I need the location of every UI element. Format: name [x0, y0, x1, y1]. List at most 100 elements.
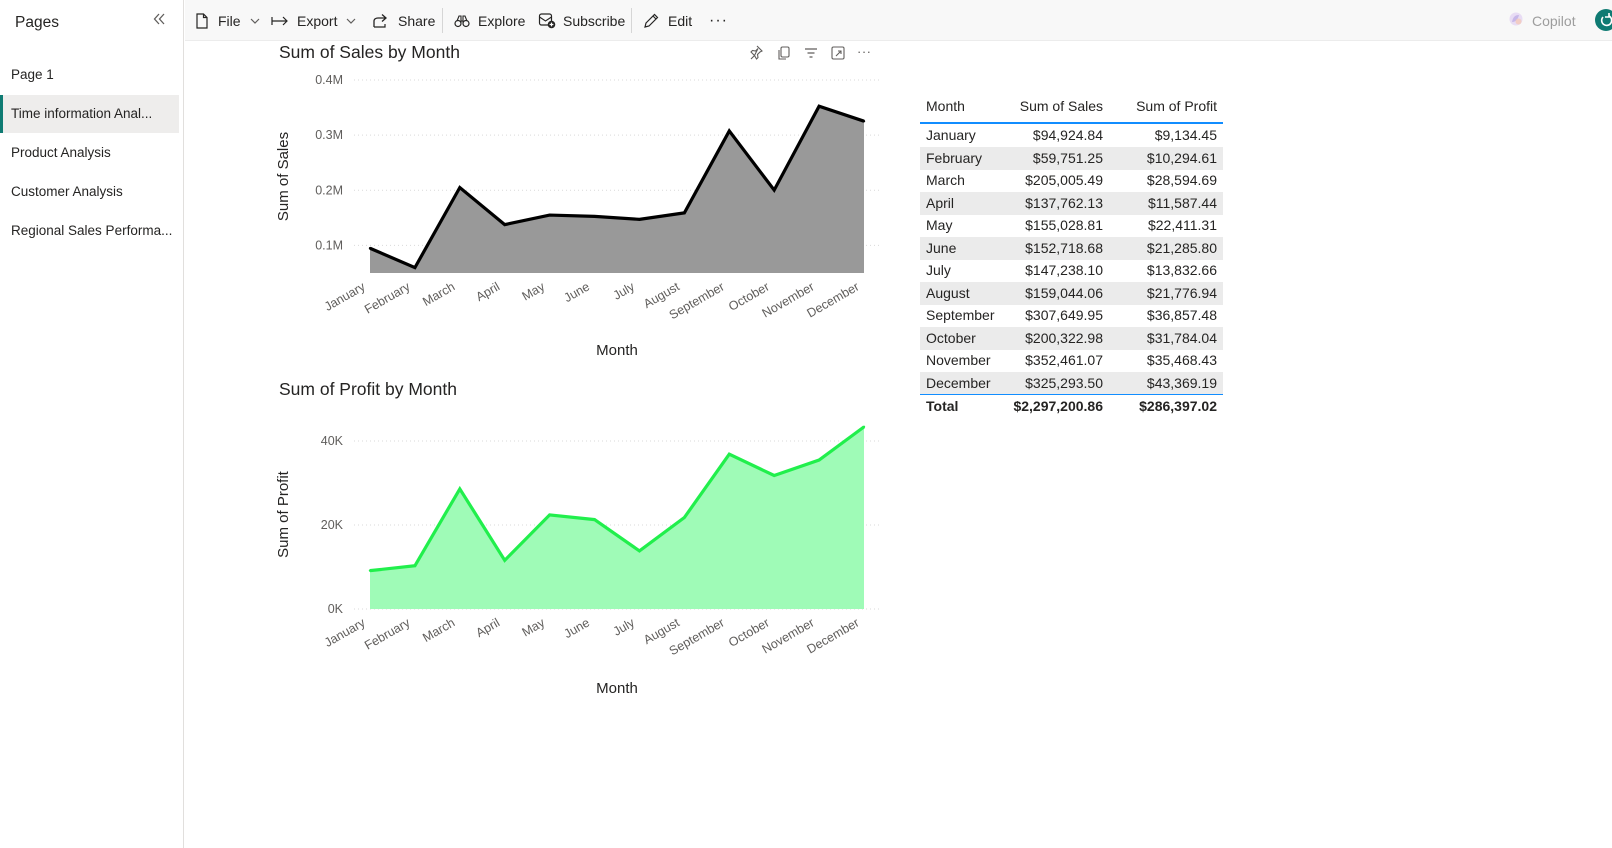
column-header-sales[interactable]: Sum of Sales [1020, 88, 1103, 124]
x-tick-label: June [562, 279, 593, 305]
subscribe-label: Subscribe [563, 12, 626, 29]
binoculars-icon [454, 14, 470, 28]
total-label: Total [926, 398, 959, 414]
y-tick-label: 0.1M [315, 238, 343, 252]
data-point [683, 516, 686, 519]
toolbar-divider [442, 8, 443, 33]
data-point [728, 129, 731, 133]
share-label: Share [398, 12, 436, 29]
more-options-icon[interactable]: ··· [857, 44, 873, 62]
collapse-pane-icon[interactable] [150, 10, 168, 28]
table-row: April $137,762.13 $11,587.44 [920, 191, 1223, 215]
cell-month: March [926, 172, 965, 188]
cell-month: January [926, 127, 976, 143]
visual-header-icons: ··· [748, 44, 878, 64]
data-point [683, 211, 686, 215]
data-point [548, 513, 551, 517]
table-row: January $94,924.84 $9,134.45 [920, 124, 1223, 147]
table-row: March $205,005.49 $28,594.69 [920, 169, 1223, 192]
cell-sales: $205,005.49 [1025, 172, 1103, 188]
subscribe-button[interactable]: Subscribe [538, 0, 625, 41]
y-axis-title: Sum of Sales [275, 132, 292, 221]
toolbar-divider [631, 8, 632, 33]
copilot-button[interactable]: Copilot [1508, 0, 1576, 41]
profit-chart-title: Sum of Profit by Month [279, 379, 457, 399]
pencil-icon [643, 13, 659, 29]
total-sales: $2,297,200.86 [1013, 398, 1103, 414]
cell-profit: $36,857.48 [1146, 307, 1217, 323]
share-button[interactable]: Share [372, 0, 435, 41]
explore-button[interactable]: Explore [454, 0, 525, 41]
data-point [458, 186, 462, 189]
table-row: October $200,322.98 $31,784.04 [920, 326, 1223, 350]
cell-profit: $22,411.31 [1147, 217, 1217, 233]
data-point [503, 223, 506, 226]
data-point [638, 549, 641, 553]
cell-profit: $9,134.45 [1154, 127, 1217, 143]
cell-profit: $11,587.44 [1147, 194, 1217, 211]
x-tick-label: May [520, 615, 548, 639]
column-header-profit[interactable]: Sum of Profit [1136, 88, 1217, 124]
edit-button[interactable]: Edit [643, 0, 692, 41]
y-tick-label: 0.4M [315, 73, 343, 87]
x-tick-label: May [520, 279, 548, 303]
table-row: July $147,238.10 $13,832.66 [920, 259, 1223, 282]
data-point [503, 559, 506, 562]
cell-profit: $21,776.94 [1146, 284, 1217, 301]
more-options-button[interactable]: ··· [709, 0, 728, 41]
data-point [413, 266, 417, 269]
cell-profit: $13,832.66 [1146, 262, 1217, 278]
cell-month: September [926, 307, 995, 323]
cell-month: April [926, 194, 955, 211]
cell-month: July [926, 262, 951, 278]
pin-icon[interactable] [748, 44, 764, 62]
focus-mode-icon[interactable] [830, 44, 846, 62]
x-axis-title: Month [596, 342, 638, 359]
page-tab-customer-analysis[interactable]: Customer Analysis [0, 173, 179, 211]
table-row: February $59,751.25 $10,294.61 [920, 146, 1223, 170]
cell-month: February [926, 149, 983, 166]
data-point [772, 474, 776, 477]
cell-profit: $28,594.69 [1146, 172, 1217, 188]
x-tick-label: July [611, 279, 638, 303]
data-point [862, 425, 866, 429]
page-tab-regional-sales[interactable]: Regional Sales Performa... [0, 212, 179, 250]
x-tick-label: April [474, 615, 503, 640]
cell-sales: $155,028.81 [1025, 217, 1103, 233]
export-label: Export [297, 12, 338, 29]
data-point [593, 518, 596, 521]
data-point [548, 213, 551, 217]
cell-sales: $147,238.10 [1025, 262, 1103, 278]
chevron-down-icon [250, 17, 260, 25]
x-tick-label: March [420, 279, 457, 309]
column-header-month[interactable]: Month [926, 88, 965, 124]
table-row: August $159,044.06 $21,776.94 [920, 281, 1223, 305]
table-row: June $152,718.68 $21,285.80 [920, 236, 1223, 260]
page-tab-page-1[interactable]: Page 1 [0, 56, 179, 94]
filter-icon[interactable] [803, 44, 819, 62]
data-point [638, 218, 641, 221]
page-tab-time-information[interactable]: Time information Anal... [0, 95, 179, 133]
y-tick-label: 0.2M [315, 183, 343, 197]
explore-label: Explore [478, 12, 526, 29]
table-row: December $325,293.50 $43,369.19 [920, 371, 1223, 395]
data-point [817, 458, 821, 462]
file-menu-button[interactable]: File [194, 0, 260, 41]
area-fill [370, 106, 864, 273]
x-tick-label: February [362, 615, 413, 653]
file-label: File [218, 12, 241, 29]
copy-visual-icon[interactable] [776, 44, 792, 62]
x-tick-label: January [322, 279, 368, 314]
x-axis-title: Month [596, 680, 638, 697]
cell-sales: $152,718.68 [1025, 239, 1103, 256]
copilot-label: Copilot [1532, 12, 1576, 29]
report-toolbar: File Export Share Explore Subscribe Edit… [185, 0, 1612, 41]
export-menu-button[interactable]: Export [271, 0, 356, 41]
cell-sales: $59,751.25 [1032, 149, 1103, 166]
y-tick-label: 20K [321, 518, 344, 532]
y-tick-label: 0.3M [315, 128, 343, 142]
page-tab-product-analysis[interactable]: Product Analysis [0, 134, 179, 172]
cell-sales: $159,044.06 [1025, 284, 1103, 301]
x-tick-label: March [420, 615, 457, 645]
copilot-avatar[interactable] [1595, 9, 1612, 31]
